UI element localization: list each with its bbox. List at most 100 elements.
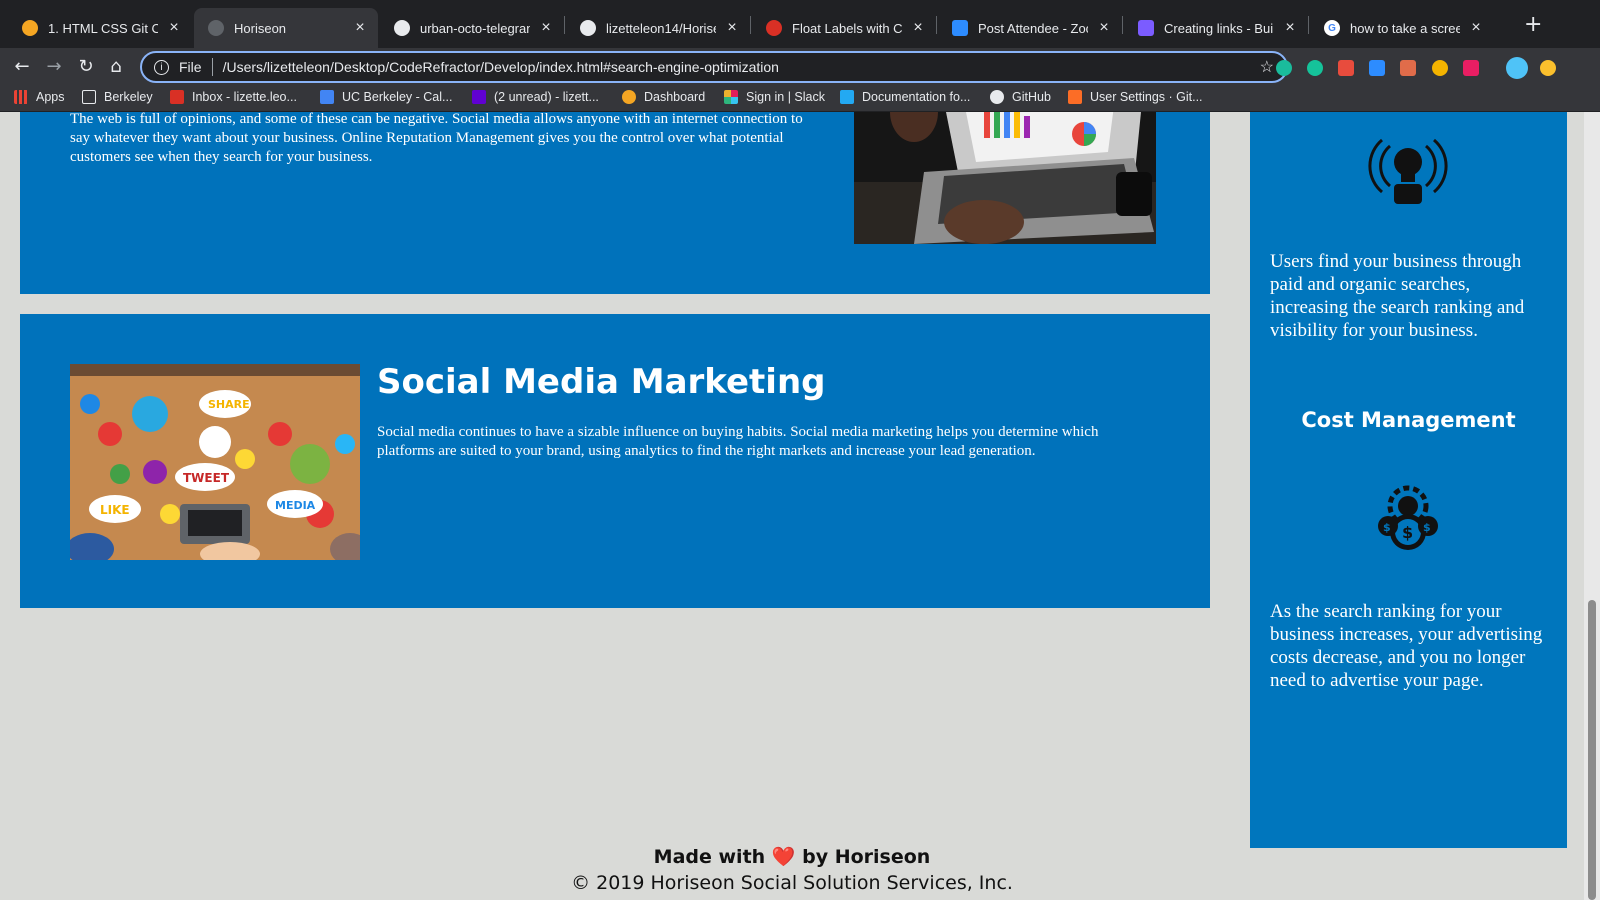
close-tab-icon[interactable]: ×	[1282, 19, 1298, 37]
scrollbar-thumb[interactable]	[1588, 600, 1596, 900]
tab-float-labels[interactable]: Float Labels with CSS ×	[752, 8, 936, 48]
tab-separator	[1308, 16, 1309, 34]
mail-icon	[472, 90, 486, 104]
home-button[interactable]: ⌂	[104, 56, 128, 77]
dashboard-icon	[622, 90, 636, 104]
calendar-icon	[320, 90, 334, 104]
slack-icon	[724, 90, 738, 104]
benefits-sidebar: Users find your business through paid an…	[1250, 112, 1567, 848]
globe-icon	[208, 20, 224, 36]
money-gear-icon: $ $ $	[1368, 480, 1448, 560]
bookmark-label: Apps	[36, 90, 65, 104]
tab-horiseon[interactable]: Horiseon ×	[194, 8, 378, 48]
close-tab-icon[interactable]: ×	[1096, 19, 1112, 37]
social-media-marketing-card: SHARE TWEET LIKE MEDIA Social Media Mark…	[20, 314, 1210, 608]
tab-title: Post Attendee - Zoom	[978, 20, 1088, 36]
made-with-text: Made with	[653, 846, 766, 868]
profile-avatar[interactable]	[1506, 57, 1528, 79]
bookmark-apps[interactable]: Apps	[14, 90, 65, 104]
close-tab-icon[interactable]: ×	[352, 19, 368, 37]
social-media-marketing-title: Social Media Marketing	[377, 362, 826, 402]
page-scrollbar[interactable]	[1584, 112, 1600, 900]
bookmark-slack[interactable]: Sign in | Slack	[724, 90, 825, 104]
bookmark-label: Documentation fo...	[862, 90, 971, 104]
close-tab-icon[interactable]: ×	[1468, 19, 1484, 37]
close-tab-icon[interactable]: ×	[724, 19, 740, 37]
zoom-extension-icon[interactable]	[1369, 60, 1385, 76]
tab-zoom[interactable]: Post Attendee - Zoom ×	[938, 8, 1122, 48]
made-with-line: Made with ❤️ by Horiseon	[0, 844, 1584, 870]
zoom-icon	[952, 20, 968, 36]
gmail-icon	[170, 90, 184, 104]
bookmark-label: GitHub	[1012, 90, 1051, 104]
github-icon	[580, 20, 596, 36]
photo-word-like: LIKE	[100, 503, 130, 517]
bookmark-user-settings[interactable]: User Settings · Git...	[1068, 90, 1203, 104]
extension-icon[interactable]	[1338, 60, 1354, 76]
forward-button[interactable]: →	[42, 56, 66, 77]
tab-separator	[564, 16, 565, 34]
bookmark-dashboard[interactable]: Dashboard	[622, 90, 705, 104]
extension-icon[interactable]	[1400, 60, 1416, 76]
tab-html-css-git[interactable]: 1. HTML CSS Git Chal ×	[8, 8, 192, 48]
bookmark-label: User Settings · Git...	[1090, 90, 1203, 104]
photo-word-tweet: TWEET	[183, 471, 230, 485]
close-tab-icon[interactable]: ×	[538, 19, 554, 37]
bookmark-berkeley[interactable]: Berkeley	[82, 90, 153, 104]
tab-google-search[interactable]: G how to take a screens ×	[1310, 8, 1494, 48]
github-icon	[394, 20, 410, 36]
url-text: /Users/lizetteleon/Desktop/CodeRefractor…	[222, 59, 779, 75]
laptop-analytics-photo	[854, 112, 1156, 244]
bookmark-uc-berkeley-cal[interactable]: UC Berkeley - Cal...	[320, 90, 452, 104]
extension-icon[interactable]	[1276, 60, 1292, 76]
grammarly-icon[interactable]	[1307, 60, 1323, 76]
folder-icon	[82, 90, 96, 104]
scheme-label: File	[179, 59, 202, 75]
tab-creating-links[interactable]: Creating links - Build ×	[1124, 8, 1308, 48]
vscode-icon	[840, 90, 854, 104]
cost-management-text: As the search ranking for your business …	[1270, 601, 1543, 691]
address-separator	[211, 58, 213, 76]
page-viewport: The web is full of opinions, and some of…	[0, 112, 1600, 900]
bookmark-label: (2 unread) - lizett...	[494, 90, 599, 104]
bookmarks-bar: Apps Berkeley Inbox - lizette.leo... UC …	[0, 86, 1600, 112]
site-info-icon[interactable]: i	[154, 59, 169, 75]
extension-icon[interactable]	[1432, 60, 1448, 76]
close-tab-icon[interactable]: ×	[910, 19, 926, 37]
svg-text:$: $	[1402, 523, 1413, 542]
tab-title: lizetteleon14/Horiseon	[606, 20, 716, 36]
search-engine-optimization-text: Users find your business through paid an…	[1270, 251, 1525, 341]
bookmark-label: UC Berkeley - Cal...	[342, 90, 453, 104]
site-favicon-icon	[1138, 20, 1154, 36]
reputation-management-card: The web is full of opinions, and some of…	[20, 112, 1210, 294]
bookmark-star-icon[interactable]: ☆	[1260, 57, 1274, 77]
new-tab-button[interactable]: +	[1524, 12, 1542, 37]
bookmark-inbox[interactable]: Inbox - lizette.leo...	[170, 90, 297, 104]
bookmark-label: Sign in | Slack	[746, 90, 825, 104]
tab-separator	[1122, 16, 1123, 34]
cost-management-title: Cost Management	[1301, 408, 1516, 432]
reload-button[interactable]: ↻	[74, 56, 98, 77]
reputation-description: The web is full of opinions, and some of…	[70, 112, 803, 165]
social-media-marketing-description: Social media continues to have a sizable…	[377, 424, 1099, 459]
close-tab-icon[interactable]: ×	[166, 19, 182, 37]
back-button[interactable]: ←	[10, 56, 34, 77]
photo-word-media: MEDIA	[275, 499, 316, 512]
extension-icon[interactable]	[1540, 60, 1556, 76]
lightbulb-broadcast-icon	[1368, 128, 1448, 208]
google-icon: G	[1324, 20, 1340, 36]
apps-grid-icon	[14, 90, 28, 104]
tab-title: 1. HTML CSS Git Chal	[48, 20, 158, 36]
tab-lizetteleon14-horiseon[interactable]: lizetteleon14/Horiseon ×	[566, 8, 750, 48]
tab-title: Float Labels with CSS	[792, 20, 902, 36]
extension-icon[interactable]	[1463, 60, 1479, 76]
bookmark-github[interactable]: GitHub	[990, 90, 1051, 104]
bookmark-yahoo-mail[interactable]: (2 unread) - lizett...	[472, 90, 599, 104]
tab-urban-octo-telegram[interactable]: urban-octo-telegram/ ×	[380, 8, 564, 48]
codepen-icon	[766, 20, 782, 36]
bookmark-documentation[interactable]: Documentation fo...	[840, 90, 970, 104]
page-footer: Made with ❤️ by Horiseon © 2019 Horiseon…	[0, 844, 1584, 896]
svg-text:$: $	[1383, 521, 1391, 534]
address-bar[interactable]: i File /Users/lizetteleon/Desktop/CodeRe…	[140, 51, 1288, 83]
heart-icon: ❤️	[771, 846, 796, 868]
